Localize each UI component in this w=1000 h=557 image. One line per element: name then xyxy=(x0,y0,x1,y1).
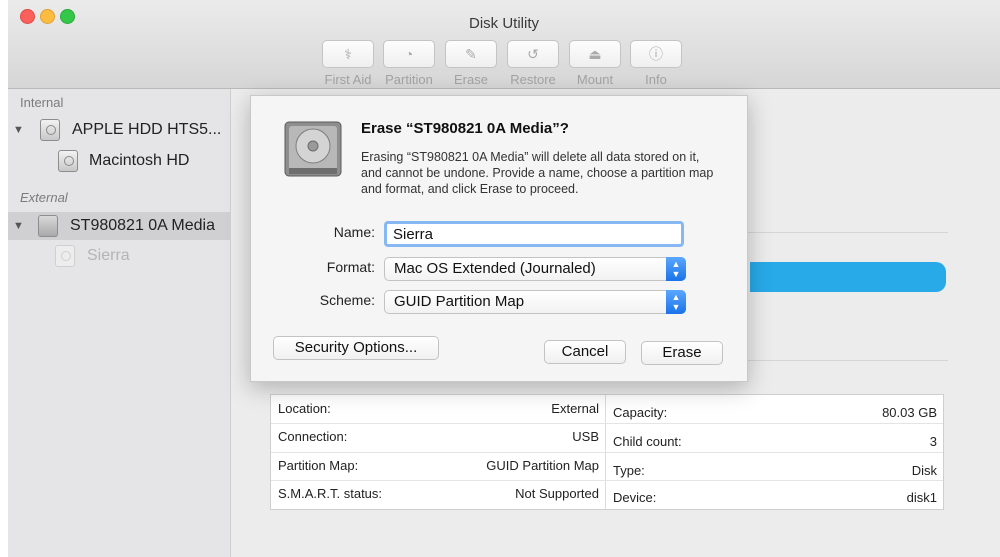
sidebar-section-external: External xyxy=(20,190,68,205)
info-capacity: Capacity: 80.03 GB xyxy=(606,399,943,427)
disk-info-table: Location: External Connection: USB Parti… xyxy=(270,394,944,510)
sidebar-item-st980821[interactable]: ▼ ST980821 0A Media xyxy=(8,212,230,240)
volume-icon xyxy=(58,150,78,172)
info-key: Connection: xyxy=(278,429,348,444)
toolbar-erase[interactable]: ✎ Erase xyxy=(444,40,498,87)
title-bar: Disk Utility ⚕ First Aid ◔ Partition ✎ E… xyxy=(8,0,1000,89)
sidebar: Internal ▼ APPLE HDD HTS5... Macintosh H… xyxy=(8,89,231,557)
sidebar-item-label: Sierra xyxy=(87,247,130,264)
scheme-select[interactable]: GUID Partition Map ▲ ▼ xyxy=(384,290,686,314)
disk-usage-bar xyxy=(750,262,946,292)
info-value: Disk xyxy=(911,463,937,478)
info-key: S.M.A.R.T. status: xyxy=(278,486,383,501)
hard-disk-icon xyxy=(40,119,60,141)
format-label: Format: xyxy=(326,259,375,275)
window-title: Disk Utility xyxy=(469,15,539,32)
sidebar-item-label: Macintosh HD xyxy=(89,152,190,169)
info-value: USB xyxy=(572,429,599,444)
dialog-title: Erase “ST980821 0A Media”? xyxy=(361,120,569,137)
scheme-label: Scheme: xyxy=(319,292,375,308)
info-value: GUID Partition Map xyxy=(486,458,599,473)
name-label: Name: xyxy=(333,224,375,240)
info-key: Device: xyxy=(613,490,657,505)
info-child-count: Child count: 3 xyxy=(606,428,943,456)
info-connection: Connection: USB xyxy=(271,423,605,451)
toolbar-label: First Aid xyxy=(324,72,372,87)
sidebar-item-apple-hdd[interactable]: ▼ APPLE HDD HTS5... xyxy=(8,116,230,144)
eraser-icon: ✎ xyxy=(465,45,477,62)
sidebar-item-macintosh-hd[interactable]: Macintosh HD xyxy=(8,147,230,175)
dialog-message: Erasing “ST980821 0A Media” will delete … xyxy=(361,150,714,196)
info-key: Capacity: xyxy=(613,405,668,420)
erase-button[interactable]: Erase xyxy=(641,341,723,365)
info-icon: ⓘ xyxy=(649,46,663,62)
info-key: Location: xyxy=(278,401,331,416)
pie-chart-icon: ◔ xyxy=(404,46,414,62)
info-key: Child count: xyxy=(613,434,682,449)
info-value: 3 xyxy=(929,434,937,449)
toolbar-label: Info xyxy=(645,72,667,87)
disclosure-triangle-icon[interactable]: ▼ xyxy=(13,124,24,136)
volume-icon xyxy=(55,245,75,267)
info-location: Location: External xyxy=(271,395,605,423)
sidebar-item-label: ST980821 0A Media xyxy=(70,217,215,234)
disclosure-triangle-icon[interactable]: ▼ xyxy=(13,220,24,232)
info-key: Type: xyxy=(613,463,645,478)
format-select[interactable]: Mac OS Extended (Journaled) ▲ ▼ xyxy=(384,257,686,281)
info-partition-map: Partition Map: GUID Partition Map xyxy=(271,452,605,480)
info-value: External xyxy=(551,401,599,416)
info-key: Partition Map: xyxy=(278,458,359,473)
name-input[interactable] xyxy=(384,221,684,247)
restore-icon: ↺ xyxy=(527,45,539,62)
sidebar-item-label: APPLE HDD HTS5... xyxy=(72,121,222,138)
info-value: Not Supported xyxy=(515,486,599,501)
mount-icon: ⏏ xyxy=(588,45,602,62)
toolbar-label: Erase xyxy=(454,72,488,87)
stethoscope-icon: ⚕ xyxy=(344,45,352,62)
security-options-button[interactable]: Security Options... xyxy=(273,336,439,360)
info-type: Type: Disk xyxy=(606,457,943,485)
toolbar-mount[interactable]: ⏏ Mount xyxy=(568,40,622,87)
select-stepper-icon: ▲ ▼ xyxy=(666,257,686,281)
erase-dialog: Erase “ST980821 0A Media”? Erasing “ST98… xyxy=(250,95,748,382)
cancel-button[interactable]: Cancel xyxy=(544,340,626,364)
toolbar-label: Partition xyxy=(385,72,433,87)
select-stepper-icon: ▲ ▼ xyxy=(666,290,686,314)
scheme-select-value: GUID Partition Map xyxy=(394,293,525,310)
info-smart-status: S.M.A.R.T. status: Not Supported xyxy=(271,480,605,508)
toolbar-info[interactable]: ⓘ Info xyxy=(629,40,683,87)
divider xyxy=(748,360,948,361)
toolbar-first-aid[interactable]: ⚕ First Aid xyxy=(321,40,375,87)
sidebar-item-sierra[interactable]: Sierra xyxy=(8,242,230,270)
format-select-value: Mac OS Extended (Journaled) xyxy=(394,260,596,277)
info-device: Device: disk1 xyxy=(606,484,943,512)
info-value: 80.03 GB xyxy=(882,405,937,420)
toolbar-restore[interactable]: ↺ Restore xyxy=(506,40,560,87)
toolbar-label: Mount xyxy=(576,72,614,87)
divider xyxy=(748,232,948,233)
toolbar-label: Restore xyxy=(510,72,556,87)
external-disk-icon xyxy=(38,215,58,237)
info-value: disk1 xyxy=(906,490,937,505)
hard-drive-icon xyxy=(284,121,342,177)
toolbar-partition[interactable]: ◔ Partition xyxy=(382,40,436,87)
sidebar-section-internal: Internal xyxy=(20,95,64,110)
